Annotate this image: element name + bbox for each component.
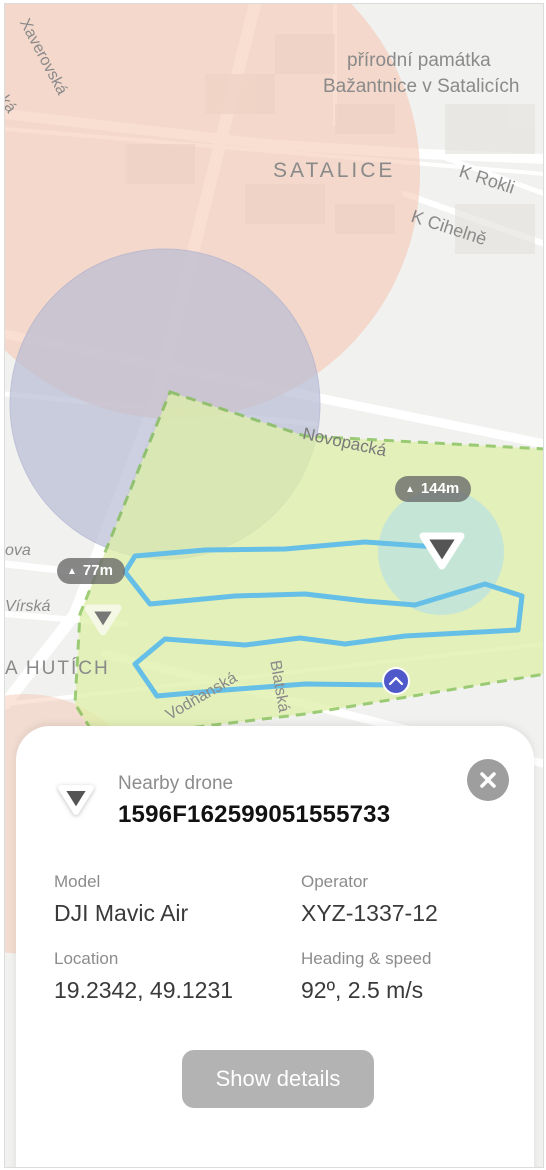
drone-marker-icon xyxy=(58,785,94,815)
altitude-up-icon: ▲ xyxy=(405,484,415,495)
operator-label: Operator xyxy=(301,872,369,891)
close-icon xyxy=(480,772,496,788)
poi-label: Bažantnice v Satalicích xyxy=(323,76,520,97)
show-details-button[interactable]: Show details xyxy=(182,1050,374,1108)
app-frame: přírodní památka Bažantnice v Satalicích… xyxy=(4,3,544,1168)
card-subtitle: Nearby drone xyxy=(118,773,234,794)
model-value: DJI Mavic Air xyxy=(54,900,189,926)
location-value: 19.2342, 49.1231 xyxy=(54,977,234,1003)
operator-value: XYZ-1337-12 xyxy=(301,900,438,926)
location-label: Location xyxy=(54,949,119,968)
street-label-virska: Vírská xyxy=(5,598,51,615)
street-label-ova: ova xyxy=(5,542,31,559)
altitude-badge[interactable]: ▲ 77m xyxy=(57,558,125,584)
poi-label: přírodní památka xyxy=(347,50,491,71)
user-location-marker[interactable] xyxy=(382,667,410,695)
district-label-hutich: A HUTÍCH xyxy=(5,658,110,679)
drone-id: 1596F162599051555733 xyxy=(118,801,391,828)
altitude-up-icon: ▲ xyxy=(67,566,77,577)
heading-speed-label: Heading & speed xyxy=(301,949,432,968)
altitude-value: 144m xyxy=(420,480,460,497)
altitude-badge[interactable]: ▲ 144m xyxy=(395,476,472,502)
altitude-value: 77m xyxy=(82,562,113,579)
drone-info-card: Nearby drone 1596F162599051555733 Model … xyxy=(16,726,534,1167)
model-label: Model xyxy=(54,872,101,891)
district-label-satalice: SATALICE xyxy=(273,159,396,182)
heading-speed-value: 92º, 2.5 m/s xyxy=(301,977,424,1003)
close-button[interactable] xyxy=(467,759,509,801)
